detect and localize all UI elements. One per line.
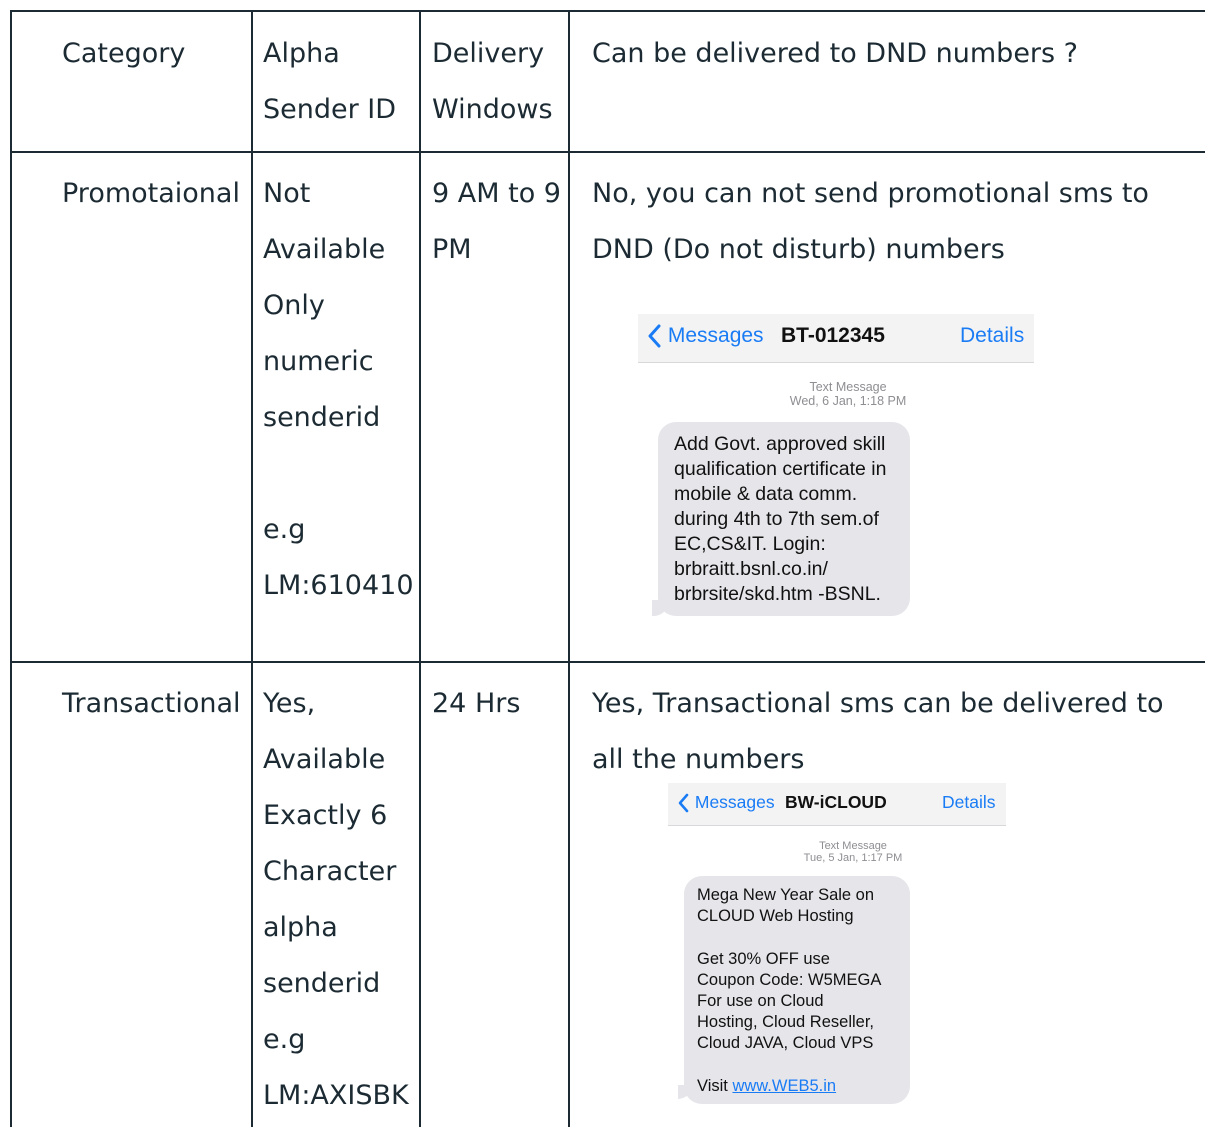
row-divider-header (10, 151, 1205, 153)
visit-label: Visit (697, 1076, 728, 1095)
message-bubble: Add Govt. approved skill qualification c… (658, 422, 910, 616)
table-border-left (10, 10, 12, 1127)
row-divider-1 (10, 661, 1205, 663)
message-bubble: Mega New Year Sale on CLOUD Web Hosting … (684, 876, 910, 1104)
sender-id: BT-012345 (781, 324, 885, 347)
transactional-sms-screenshot: Messages BW-iCLOUD Details Text Message … (668, 783, 1008, 1113)
sms-category-table: Category Alpha Sender ID Delivery Window… (0, 0, 1205, 1127)
header-dnd: Can be delivered to DND numbers ? (592, 38, 1079, 69)
row1-alpha-sender-id: Not Available Only numeric senderid e.g … (263, 178, 414, 601)
web5-link[interactable]: www.WEB5.in (732, 1077, 836, 1095)
promotional-sms-screenshot: Messages BT-012345 Details Text Message … (638, 314, 1038, 624)
details-link: Details (960, 324, 1025, 347)
header-delivery-windows: Delivery Windows (432, 38, 553, 125)
header-alpha-sender-id: Alpha Sender ID (263, 38, 397, 125)
column-divider-3 (568, 10, 570, 1127)
sender-id: BW-iCLOUD (785, 792, 887, 812)
row2-dnd: Yes, Transactional sms can be delivered … (592, 688, 1164, 775)
chevron-left-icon (648, 324, 661, 348)
back-label: Messages (667, 324, 764, 347)
message-meta: Text Message Wed, 6 Jan, 1:18 PM (789, 380, 907, 408)
header-category: Category (62, 38, 186, 69)
chevron-left-icon (678, 794, 689, 813)
table-border-top (10, 10, 1205, 12)
row2-alpha-sender-id: Yes, Available Exactly 6 Character alpha… (263, 688, 409, 1111)
message-meta: Text Message Tue, 5 Jan, 1:17 PM (803, 840, 903, 864)
row1-delivery-window: 9 AM to 9 PM (432, 178, 561, 265)
row2-delivery-window: 24 Hrs (432, 688, 521, 719)
details-link: Details (942, 792, 996, 812)
back-label: Messages (694, 792, 775, 812)
row2-category: Transactional (62, 688, 241, 719)
row1-category: Promotaional (62, 178, 240, 209)
back-to-messages: Messages (678, 791, 775, 813)
column-divider-1 (251, 10, 253, 1127)
column-divider-2 (419, 10, 421, 1127)
row1-dnd: No, you can not send promotional sms to … (592, 178, 1149, 265)
back-to-messages: Messages (648, 323, 764, 349)
